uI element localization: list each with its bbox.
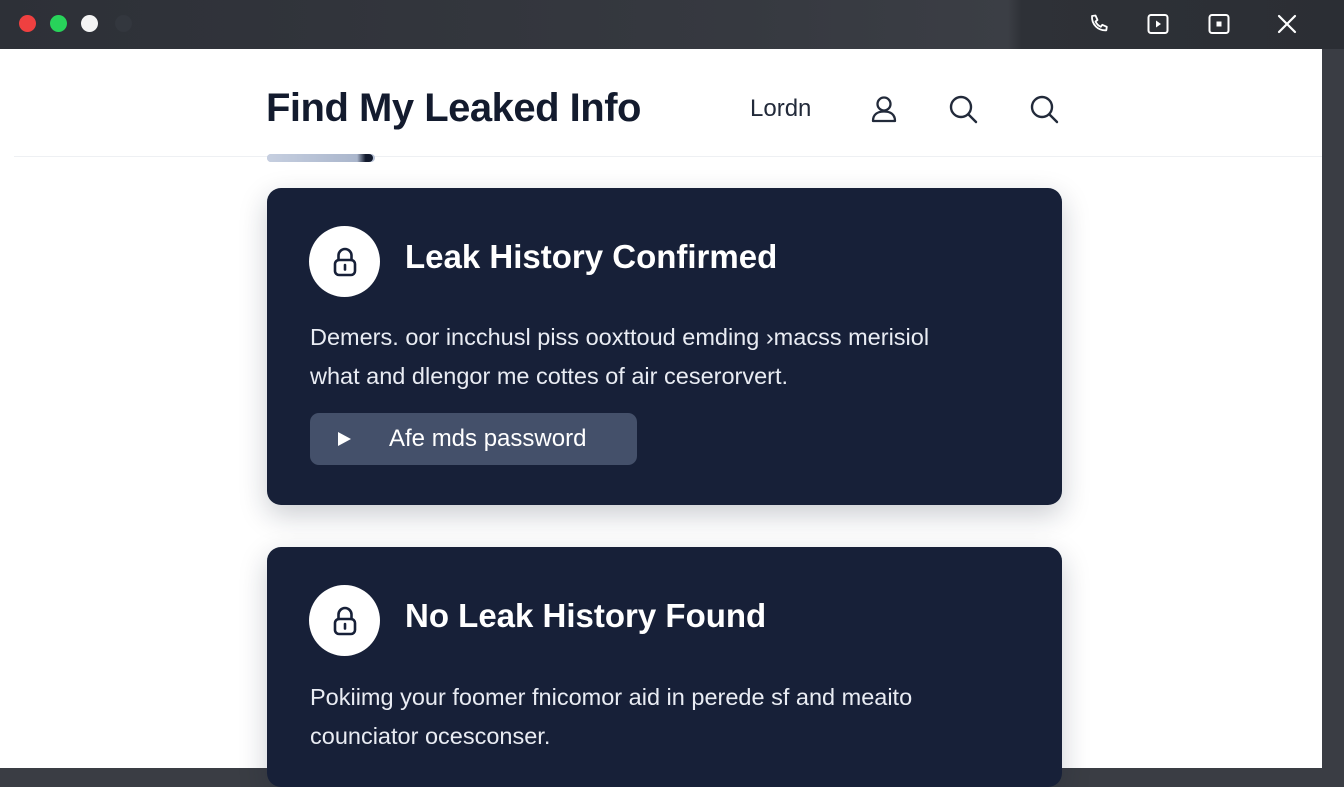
lock-badge — [309, 585, 380, 656]
window-close-dot[interactable] — [19, 15, 36, 32]
lock-badge — [309, 226, 380, 297]
search-icon[interactable] — [947, 93, 979, 125]
card-description: Demers. oor incchusl piss ooxttoud emdin… — [310, 318, 1030, 396]
no-leak-card: No Leak History Found Pokiimg your foome… — [267, 547, 1062, 787]
card-description-line: Pokiimg your foomer fnicomor aid in pere… — [310, 684, 913, 710]
page-title: Find My Leaked Info — [266, 86, 641, 130]
card-description-line: what and dlengor me cottes of air cesero… — [310, 363, 789, 389]
password-action-button[interactable]: Afe mds password — [310, 413, 637, 465]
header-divider — [14, 156, 1322, 157]
phone-icon[interactable] — [1087, 12, 1111, 36]
play-icon — [338, 432, 351, 446]
user-icon[interactable] — [868, 93, 900, 125]
login-link[interactable]: Lordn — [750, 95, 811, 123]
card-description-line: Demers. oor incchusl piss ooxttoud emdin… — [310, 324, 930, 350]
search-icon[interactable] — [1028, 93, 1060, 125]
window-minimize-dot[interactable] — [81, 15, 98, 32]
close-icon[interactable] — [1275, 12, 1299, 36]
title-underline-fill — [267, 154, 373, 162]
card-description: Pokiimg your foomer fnicomor aid in pere… — [310, 678, 1030, 756]
leak-confirmed-card: Leak History Confirmed Demers. oor incch… — [267, 188, 1062, 505]
card-title: No Leak History Found — [405, 597, 767, 634]
lock-icon — [333, 606, 356, 635]
title-underline-bar — [267, 154, 375, 162]
window-maximize-dot[interactable] — [50, 15, 67, 32]
stop-window-icon[interactable] — [1207, 12, 1231, 36]
window-inactive-dot — [115, 15, 132, 32]
window-titlebar — [0, 0, 1344, 49]
play-window-icon[interactable] — [1146, 12, 1170, 36]
window-scroll-gutter — [1322, 49, 1344, 768]
card-title: Leak History Confirmed — [405, 238, 778, 275]
card-description-line: counciator ocesconser. — [310, 723, 551, 749]
lock-icon — [333, 247, 356, 276]
password-action-label: Afe mds password — [389, 425, 587, 452]
